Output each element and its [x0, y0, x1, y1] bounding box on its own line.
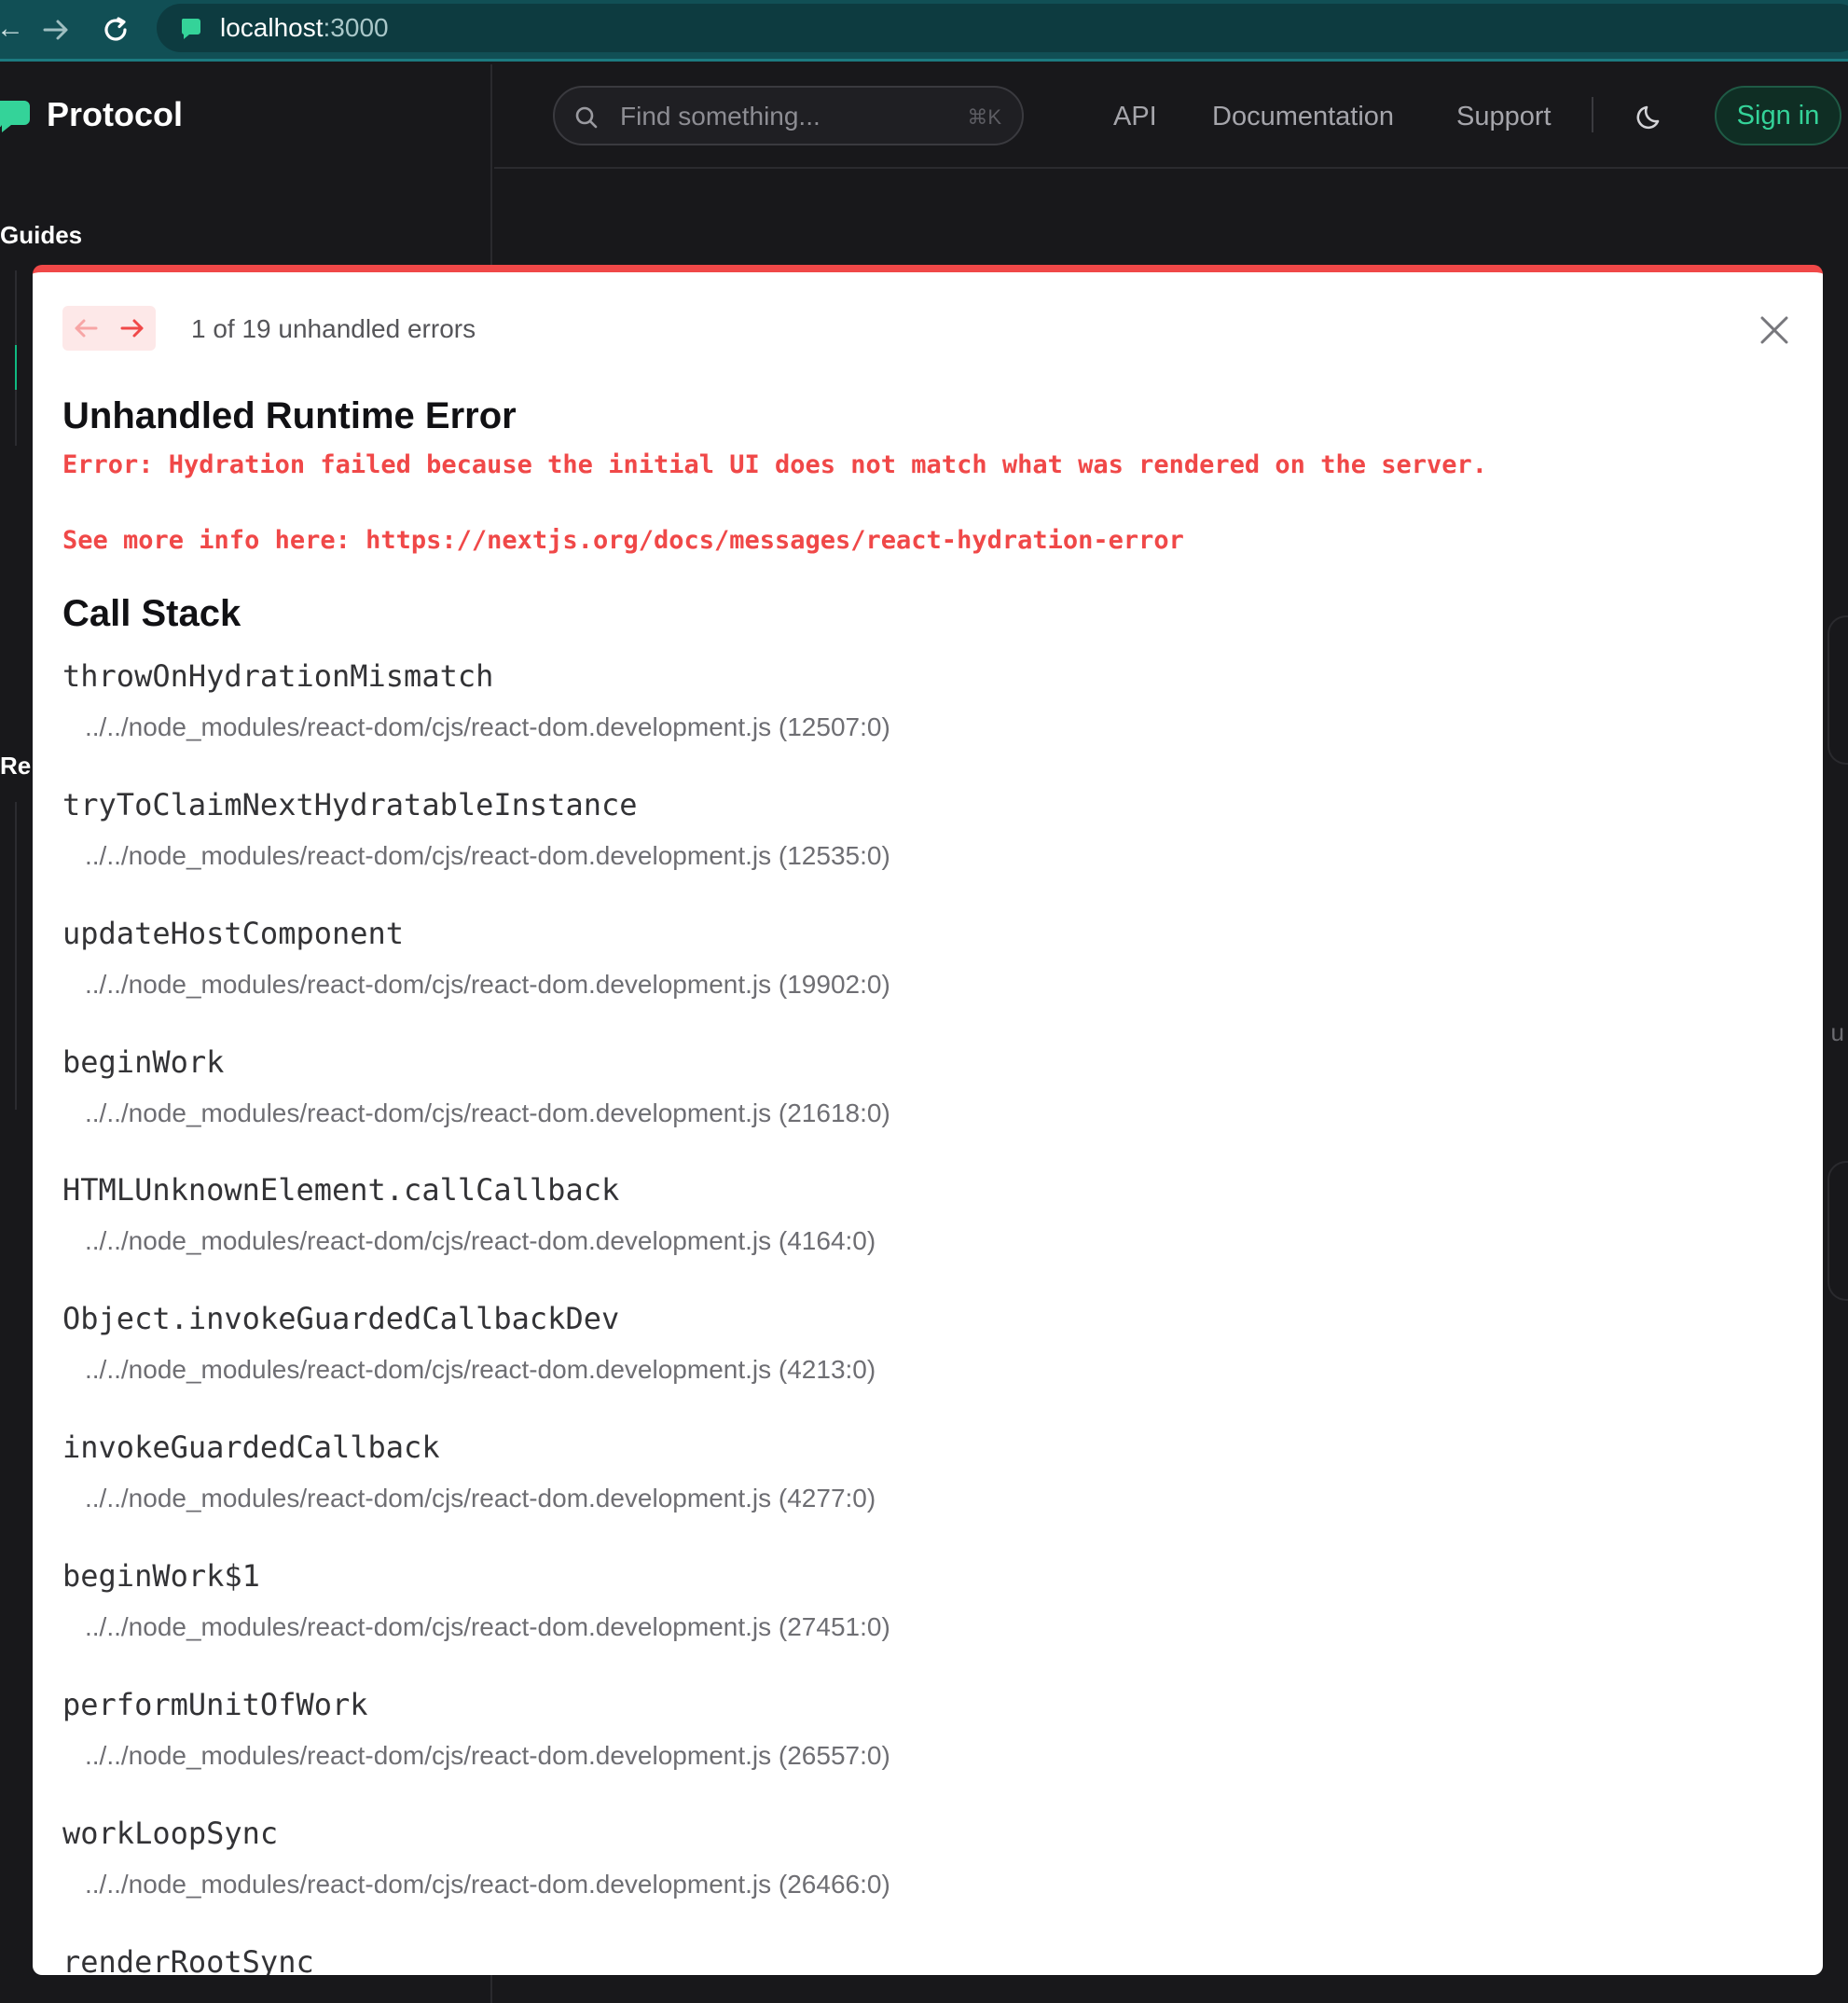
stack-frame[interactable]: beginWork ../../node_modules/react-dom/c… [62, 1043, 1797, 1129]
stack-frame-file[interactable]: ../../node_modules/react-dom/cjs/react-d… [62, 969, 1797, 1001]
sidebar-section-guides: Guides [0, 221, 83, 249]
stack-frame-function: HTMLUnknownElement.callCallback [62, 1172, 620, 1208]
stack-frame-function: beginWork [62, 1044, 225, 1080]
stack-frame-function: throwOnHydrationMismatch [62, 658, 494, 694]
url-text: localhost:3000 [220, 14, 389, 42]
sidebar-rail [15, 390, 17, 446]
stack-frame[interactable]: beginWork$1 ../../node_modules/react-dom… [62, 1557, 1797, 1643]
moon-icon[interactable] [1634, 99, 1669, 134]
site-favicon-icon [181, 19, 200, 39]
stack-frame-function: beginWork$1 [62, 1558, 260, 1594]
nav-link-support[interactable]: Support [1456, 101, 1551, 132]
sidebar-active-marker [15, 345, 17, 390]
stack-frame-function: Object.invokeGuardedCallbackDev [62, 1301, 620, 1336]
stack-frame-file[interactable]: ../../node_modules/react-dom/cjs/react-d… [62, 711, 1797, 743]
sign-in-button[interactable]: Sign in [1715, 86, 1841, 145]
header-divider [1592, 97, 1593, 132]
close-button[interactable] [1756, 311, 1793, 349]
stack-frame[interactable]: workLoopSync ../../node_modules/react-do… [62, 1815, 1797, 1900]
error-info-link[interactable]: See more info here: https://nextjs.org/d… [62, 522, 1184, 559]
previous-error-button[interactable] [62, 306, 109, 351]
error-pager [62, 306, 156, 351]
browser-toolbar: ← localhost:3000 [0, 0, 1848, 62]
stack-frame[interactable]: performUnitOfWork ../../node_modules/rea… [62, 1686, 1797, 1772]
stack-frame-function: renderRootSync [62, 1944, 314, 1975]
background-card [1827, 615, 1848, 765]
call-stack-heading: Call Stack [62, 593, 241, 634]
forward-button[interactable] [37, 11, 75, 48]
search-input[interactable]: Find something... ⌘K [553, 86, 1024, 145]
background-card [1827, 1161, 1848, 1301]
protocol-logo-icon [0, 101, 30, 132]
search-placeholder: Find something... [620, 102, 821, 131]
app-name[interactable]: Protocol [47, 95, 183, 134]
stack-frame[interactable]: updateHostComponent ../../node_modules/r… [62, 915, 1797, 1001]
stack-frame[interactable]: tryToClaimNextHydratableInstance ../../n… [62, 786, 1797, 872]
close-icon [1760, 316, 1788, 344]
stack-frame[interactable]: renderRootSync [62, 1943, 1797, 1975]
stack-frame[interactable]: HTMLUnknownElement.callCallback ../../no… [62, 1171, 1797, 1257]
next-error-button[interactable] [109, 306, 156, 351]
back-arrow-icon[interactable]: ← [0, 15, 24, 43]
sidebar-section-resources: Re [0, 752, 32, 780]
stack-frame[interactable]: invokeGuardedCallback ../../node_modules… [62, 1429, 1797, 1514]
stack-frame-file[interactable]: ../../node_modules/react-dom/cjs/react-d… [62, 1611, 1797, 1643]
stack-frame-file[interactable]: ../../node_modules/react-dom/cjs/react-d… [62, 1354, 1797, 1386]
stack-frame-function: performUnitOfWork [62, 1687, 368, 1722]
address-bar[interactable]: localhost:3000 [157, 4, 1848, 52]
sidebar-rail [15, 270, 17, 345]
background-text: u [1830, 1018, 1844, 1046]
error-message: Error: Hydration failed because the init… [62, 450, 1488, 479]
forward-arrow-icon [43, 20, 68, 40]
error-count: 1 of 19 unhandled errors [191, 314, 476, 343]
reload-button[interactable] [97, 11, 134, 48]
stack-frame-file[interactable]: ../../node_modules/react-dom/cjs/react-d… [62, 1740, 1797, 1772]
stack-frame-file[interactable]: ../../node_modules/react-dom/cjs/react-d… [62, 1098, 1797, 1129]
stack-frame-function: invokeGuardedCallback [62, 1430, 440, 1465]
stack-frame-file[interactable]: ../../node_modules/react-dom/cjs/react-d… [62, 1483, 1797, 1514]
nav-link-api[interactable]: API [1113, 101, 1157, 132]
arrow-left-icon [75, 319, 98, 338]
stack-frame-file[interactable]: ../../node_modules/react-dom/cjs/react-d… [62, 840, 1797, 872]
url-port: :3000 [323, 13, 389, 42]
stack-frame-file[interactable]: ../../node_modules/react-dom/cjs/react-d… [62, 1869, 1797, 1900]
reload-icon [104, 17, 127, 41]
arrow-right-icon [120, 319, 144, 338]
url-host: localhost [220, 13, 324, 42]
stack-frame-function: updateHostComponent [62, 916, 405, 951]
search-icon [575, 106, 598, 129]
nav-link-documentation[interactable]: Documentation [1212, 101, 1394, 132]
stack-frame[interactable]: throwOnHydrationMismatch ../../node_modu… [62, 657, 1797, 743]
stack-frame[interactable]: Object.invokeGuardedCallbackDev ../../no… [62, 1300, 1797, 1386]
error-title: Unhandled Runtime Error [62, 395, 517, 436]
stack-frame-function: tryToClaimNextHydratableInstance [62, 787, 638, 822]
sidebar-rail [15, 802, 17, 1110]
error-overlay-dialog: 1 of 19 unhandled errors Unhandled Runti… [33, 265, 1823, 1975]
search-shortcut: ⌘K [967, 105, 1001, 129]
stack-frame-file[interactable]: ../../node_modules/react-dom/cjs/react-d… [62, 1225, 1797, 1257]
stack-frame-function: workLoopSync [62, 1816, 279, 1851]
